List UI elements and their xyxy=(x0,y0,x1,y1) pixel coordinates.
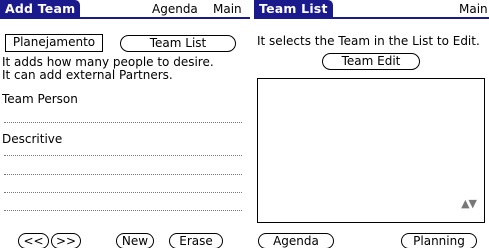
next-record-button[interactable]: >> xyxy=(51,233,81,248)
team-list-form: Team List Main It selects the Team in th… xyxy=(254,0,489,248)
team-person-field[interactable] xyxy=(4,122,242,123)
scroll-arrows-icon[interactable]: ▲▼ xyxy=(461,197,477,210)
descritive-field-line-1[interactable] xyxy=(4,155,242,156)
descritive-label: Descritive xyxy=(2,132,63,146)
team-edit-button[interactable]: Team Edit xyxy=(322,53,420,70)
previous-record-button[interactable]: << xyxy=(18,233,49,248)
team-list[interactable]: ▲▼ xyxy=(257,78,485,223)
menu-agenda[interactable]: Agenda xyxy=(152,2,198,16)
help-text: It selects the Team in the List to Edit. xyxy=(257,34,480,48)
descritive-field-line-4[interactable] xyxy=(4,210,242,211)
menu-main[interactable]: Main xyxy=(459,2,488,16)
help-text-line2: It can add external Partners. xyxy=(2,68,173,82)
descritive-field-line-2[interactable] xyxy=(4,174,242,175)
planning-button[interactable]: Planning xyxy=(401,233,477,248)
form-title: Add Team xyxy=(0,0,81,19)
category-selector[interactable]: Planejamento xyxy=(5,34,103,52)
team-list-button[interactable]: Team List xyxy=(120,35,236,52)
title-bar: Add Team Agenda Main xyxy=(0,0,250,19)
menu-main[interactable]: Main xyxy=(213,2,242,16)
team-person-label: Team Person xyxy=(2,92,78,106)
title-bar: Team List Main xyxy=(254,0,489,19)
new-button[interactable]: New xyxy=(116,233,154,248)
agenda-button[interactable]: Agenda xyxy=(258,233,334,248)
descritive-field-line-3[interactable] xyxy=(4,192,242,193)
add-team-form: Add Team Agenda Main Planejamento Team L… xyxy=(0,0,250,248)
form-title: Team List xyxy=(254,0,333,19)
erase-button[interactable]: Erase xyxy=(169,233,223,248)
